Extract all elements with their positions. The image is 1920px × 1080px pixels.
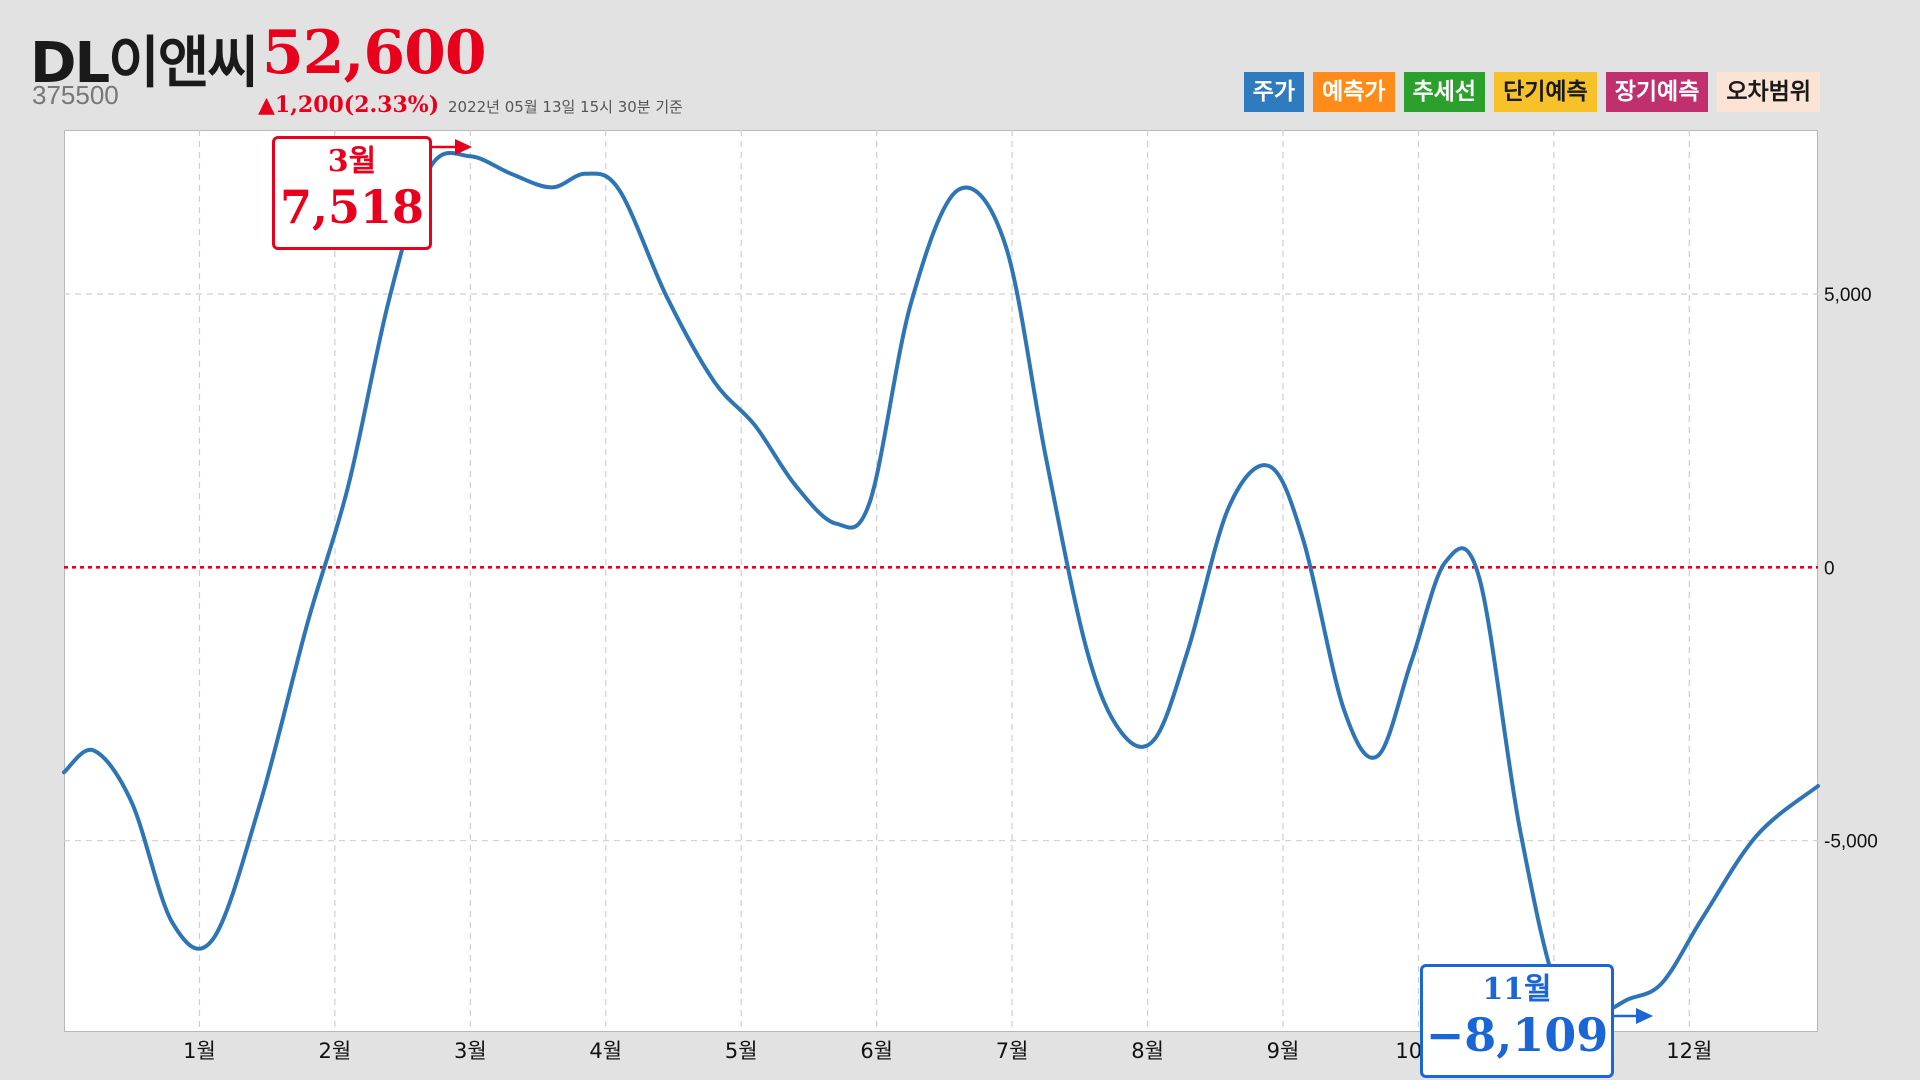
x-tick-label: 7월	[996, 1039, 1029, 1063]
x-tick-label: 5월	[725, 1039, 758, 1063]
min-value-callout: 11월 −8,109	[1420, 964, 1614, 1078]
max-value-callout: 3월 7,518	[272, 136, 432, 250]
x-tick-label: 3월	[454, 1039, 487, 1063]
min-callout-value: −8,109	[1425, 1008, 1609, 1062]
x-tick-label: 1월	[183, 1039, 216, 1063]
x-tick-label: 12월	[1666, 1039, 1712, 1063]
max-callout-arrowhead	[455, 139, 472, 155]
y-tick-label: 0	[1824, 558, 1835, 579]
x-tick-label: 9월	[1267, 1039, 1300, 1063]
max-callout-month: 3월	[327, 144, 377, 179]
max-callout-value: 7,518	[279, 180, 425, 234]
min-callout-month: 11월	[1482, 972, 1552, 1007]
x-tick-label: 6월	[860, 1039, 893, 1063]
series-line	[62, 151, 1820, 1019]
y-tick-label: -5,000	[1824, 832, 1878, 853]
y-tick-label: 5,000	[1824, 285, 1872, 306]
x-tick-label: 2월	[319, 1039, 352, 1063]
x-tick-label: 8월	[1131, 1039, 1164, 1063]
min-callout-arrowhead	[1636, 1008, 1653, 1024]
x-tick-label: 4월	[589, 1039, 622, 1063]
